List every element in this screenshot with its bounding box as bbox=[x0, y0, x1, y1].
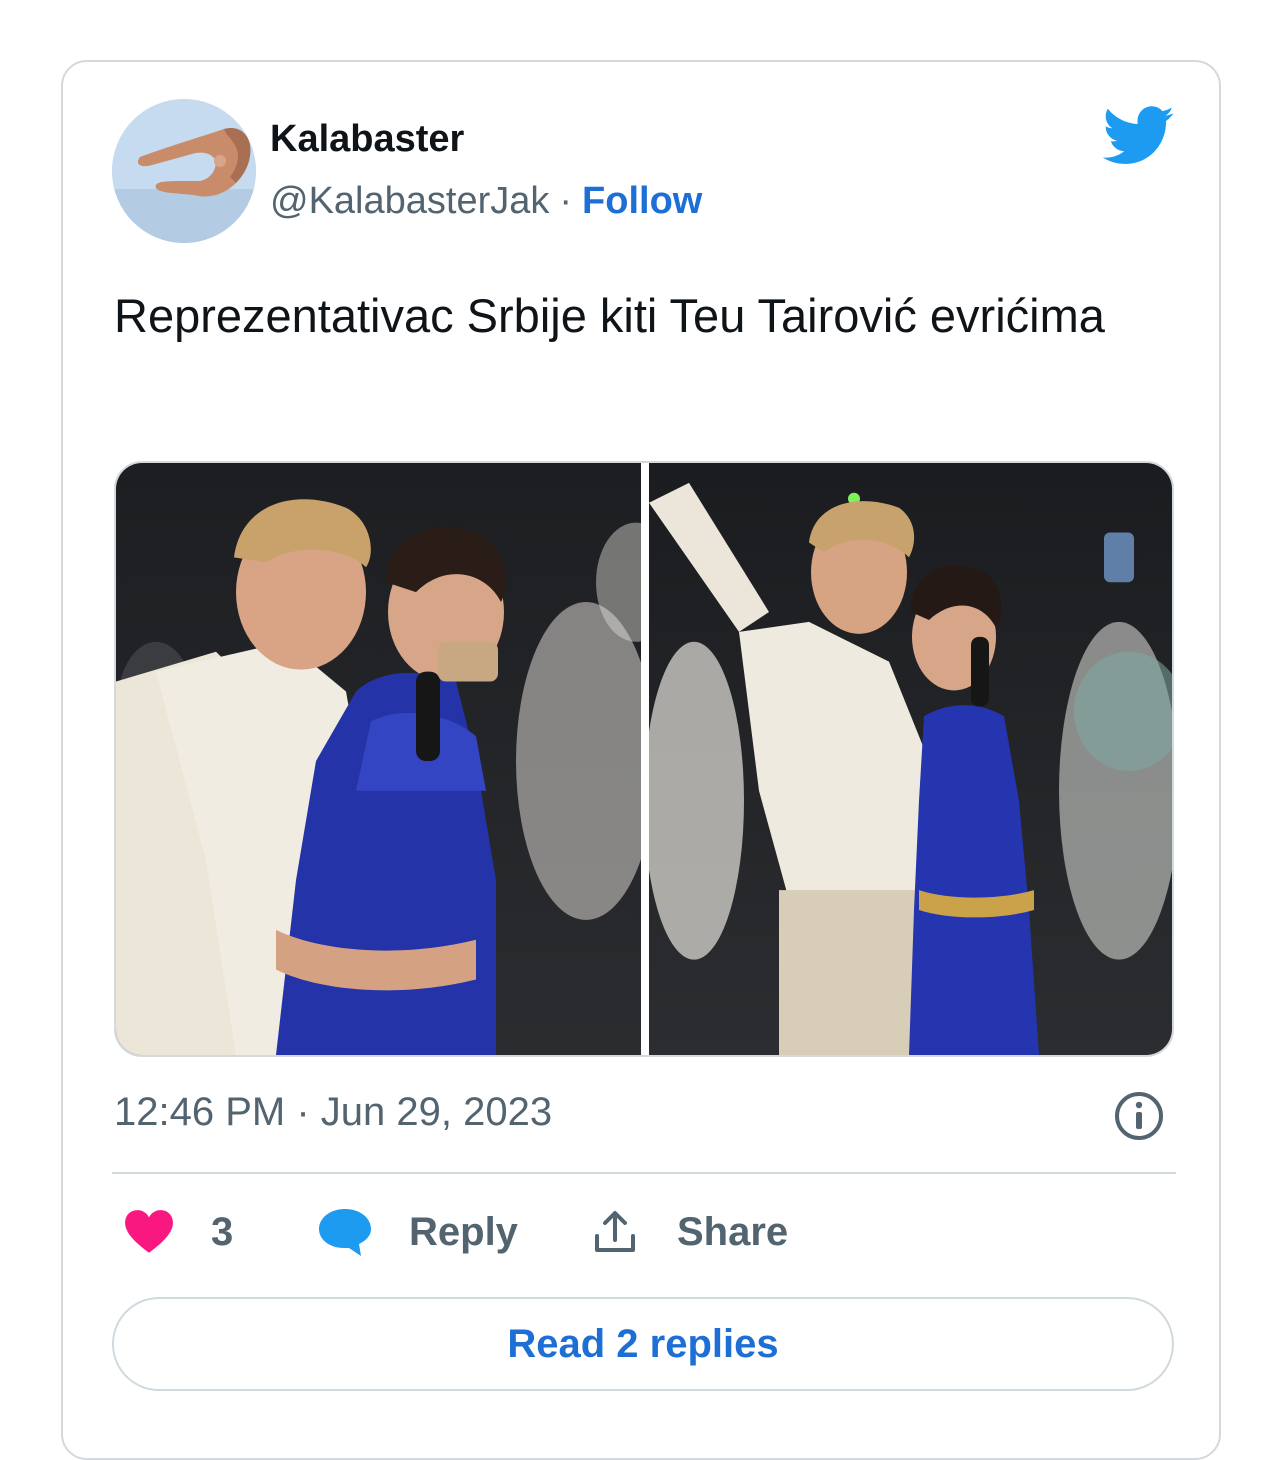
reply-label: Reply bbox=[409, 1209, 518, 1254]
avatar[interactable] bbox=[112, 99, 256, 243]
share-upload-icon bbox=[595, 1211, 635, 1252]
photo-left[interactable] bbox=[116, 463, 641, 1055]
speech-bubble-icon bbox=[319, 1209, 371, 1256]
like-button[interactable]: 3 bbox=[123, 1202, 233, 1262]
heart-icon bbox=[125, 1210, 173, 1253]
display-name[interactable]: Kalabaster bbox=[270, 118, 464, 161]
media-grid bbox=[114, 461, 1174, 1057]
tweet-card: Kalabaster @KalabasterJak · Follow Repreze… bbox=[61, 60, 1221, 1460]
photo-right[interactable] bbox=[649, 463, 1172, 1055]
tweet-text: Reprezentativac Srbije kiti Teu Tairović… bbox=[114, 289, 1105, 342]
share-label: Share bbox=[677, 1209, 789, 1254]
reply-button[interactable]: Reply bbox=[317, 1202, 518, 1262]
read-replies-button[interactable]: Read 2 replies bbox=[112, 1297, 1174, 1391]
info-icon[interactable] bbox=[1113, 1090, 1165, 1142]
tweet-timestamp[interactable]: 12:46 PM · Jun 29, 2023 bbox=[114, 1090, 552, 1135]
share-button[interactable]: Share bbox=[591, 1202, 788, 1262]
twitter-bird-icon[interactable] bbox=[1102, 106, 1175, 166]
divider bbox=[112, 1172, 1176, 1174]
handle-row: @KalabasterJak · Follow bbox=[270, 180, 702, 223]
like-count: 3 bbox=[211, 1209, 234, 1254]
hand-gesture-avatar-icon bbox=[112, 99, 256, 243]
user-handle[interactable]: @KalabasterJak bbox=[270, 180, 549, 222]
follow-link[interactable]: Follow bbox=[582, 180, 702, 222]
separator-dot: · bbox=[559, 180, 573, 222]
